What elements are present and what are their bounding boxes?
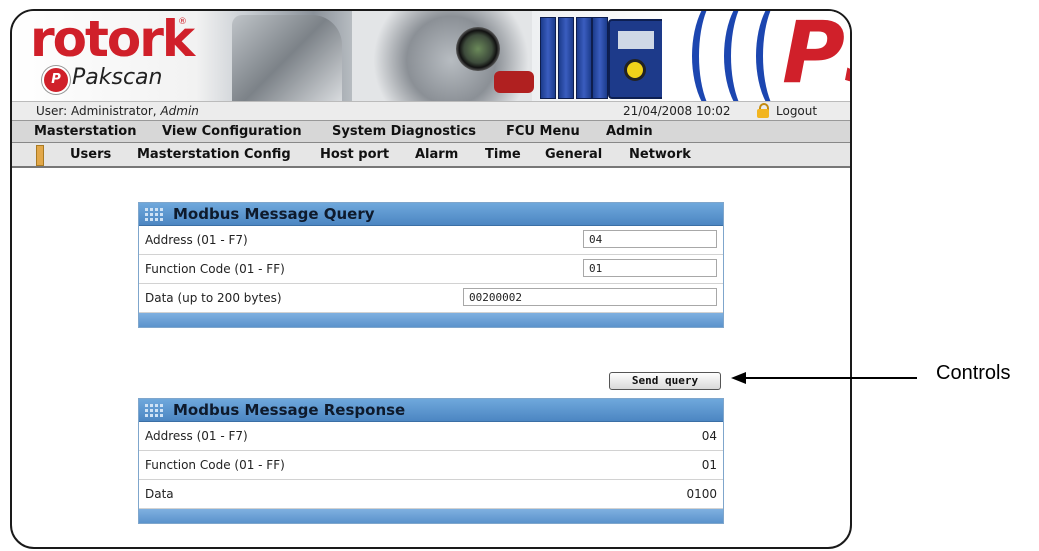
function-code-input[interactable] [583,259,717,277]
query-panel-header: Modbus Message Query [139,203,723,226]
submenu-item-network[interactable]: Network [629,147,691,162]
sub-menu: Users Masterstation Config Host port Ala… [12,143,850,168]
actuator-image [232,15,342,101]
submenu-item-general[interactable]: General [545,147,602,162]
submenu-item-masterstation-config[interactable]: Masterstation Config [137,147,291,162]
send-query-button[interactable]: Send query [609,372,721,390]
menu-item-fcu-menu[interactable]: FCU Menu [506,124,580,139]
function-code-label: Function Code (01 - FF) [145,262,285,276]
query-panel: Modbus Message Query Address (01 - F7) F… [138,202,724,328]
submenu-marker [36,145,44,166]
address-label: Address (01 - F7) [145,233,248,247]
data-label: Data (up to 200 bytes) [145,291,282,305]
p3-logo: P3 [782,9,850,103]
menu-item-view-configuration[interactable]: View Configuration [162,124,302,139]
response-function-code-value: 01 [701,458,717,472]
pakscan-badge-icon: P [42,66,70,94]
response-panel: Modbus Message Response Address (01 - F7… [138,398,724,524]
menu-item-admin[interactable]: Admin [606,124,653,139]
control-knob [624,59,646,81]
user-name: Admin [160,104,199,118]
response-address-label: Address (01 - F7) [145,429,248,443]
response-function-code-label: Function Code (01 - FF) [145,458,285,472]
module-image [592,17,608,99]
response-address-value: 04 [701,429,717,443]
lock-icon[interactable] [757,103,769,118]
actuator-dial-image [456,27,500,71]
callout-arrow-line [745,377,917,379]
datetime: 21/04/2008 10:02 [623,104,731,118]
submenu-item-host-port[interactable]: Host port [320,147,389,162]
response-panel-footer [139,509,723,523]
callout-arrow-icon [731,372,746,384]
menu-item-system-diagnostics[interactable]: System Diagnostics [332,124,476,139]
submenu-item-time[interactable]: Time [485,147,521,162]
response-row-address: Address (01 - F7) 04 [139,422,723,451]
response-row-function-code: Function Code (01 - FF) 01 [139,451,723,480]
module-image [540,17,556,99]
response-row-data: Data 0100 [139,480,723,509]
query-row-address: Address (01 - F7) [139,226,723,255]
response-data-label: Data [145,487,174,501]
menu-item-masterstation[interactable]: Masterstation [34,124,136,139]
response-data-value: 0100 [686,487,717,501]
grid-icon [145,404,167,417]
lcd-display [618,31,654,49]
controls-callout: Controls [936,362,1011,384]
data-input[interactable] [463,288,717,306]
product-name: Pakscan [72,65,163,90]
query-row-data: Data (up to 200 bytes) [139,284,723,313]
user-info: User: Administrator, Admin [36,104,199,118]
header-banner: P3 rotork ® P Pakscan [12,9,850,121]
address-input[interactable] [583,230,717,248]
rotork-logo: rotork [30,10,195,68]
masterstation-image [608,19,666,99]
user-bar: User: Administrator, Admin 21/04/2008 10… [12,101,850,121]
module-image [558,17,574,99]
registered-mark: ® [178,17,187,27]
actuator-cap-image [494,71,534,93]
main-menu: Masterstation View Configuration System … [12,121,850,143]
query-panel-footer [139,313,723,327]
response-panel-title: Modbus Message Response [173,401,406,419]
app-window: P3 rotork ® P Pakscan User: Administrato… [10,9,852,549]
query-row-function-code: Function Code (01 - FF) [139,255,723,284]
submenu-item-users[interactable]: Users [70,147,111,162]
submenu-item-alarm[interactable]: Alarm [415,147,458,162]
module-image [576,17,592,99]
response-panel-header: Modbus Message Response [139,399,723,422]
grid-icon [145,208,167,221]
logout-link[interactable]: Logout [776,104,817,118]
query-panel-title: Modbus Message Query [173,205,375,223]
